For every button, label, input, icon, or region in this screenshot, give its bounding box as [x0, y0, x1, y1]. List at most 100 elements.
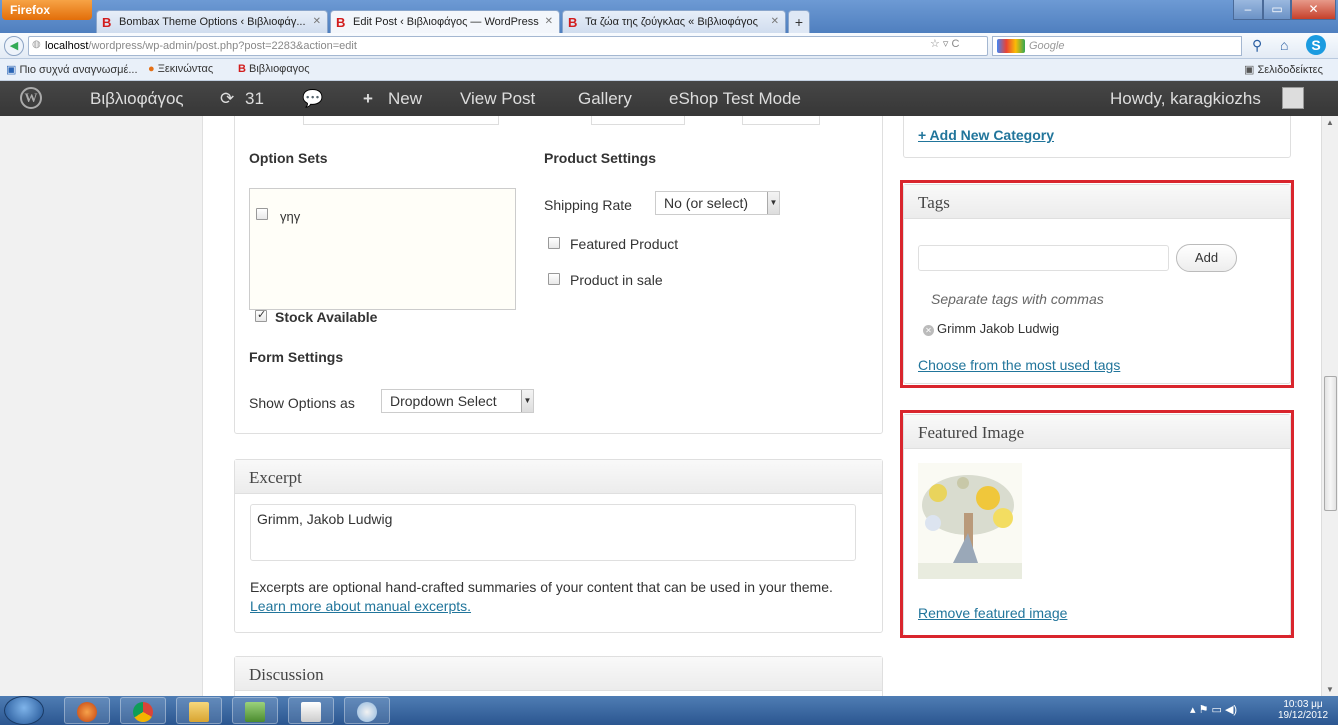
excerpt-text: Grimm, Jakob Ludwig	[257, 511, 393, 527]
google-icon	[997, 39, 1025, 53]
address-bar[interactable]: ◍ localhost/wordpress/wp-admin/post.php?…	[28, 36, 988, 56]
search-input[interactable]: Google	[992, 36, 1242, 56]
eshop-test-mode-link[interactable]: eShop Test Mode	[669, 89, 801, 109]
paint-taskbar-icon[interactable]	[344, 697, 390, 724]
home-icon[interactable]: ⌂	[1280, 37, 1288, 53]
clock-date: 19/12/2012	[1278, 710, 1329, 721]
partial-select-field[interactable]	[742, 116, 820, 125]
tab-label: Edit Post ‹ Βιβλιοφάγος — WordPress	[353, 16, 539, 28]
bookmark-star-icon[interactable]: ☆ ▿ C	[930, 37, 959, 50]
b-favicon-icon: B	[102, 15, 112, 30]
search-icon[interactable]: ⚲	[1252, 37, 1262, 54]
system-clock[interactable]: 10:03 μμ 19/12/2012	[1278, 699, 1328, 721]
globe-icon: ◍	[32, 39, 41, 50]
tags-highlight-frame	[900, 180, 1294, 388]
scrollbar-thumb[interactable]	[1324, 376, 1337, 511]
updates-count[interactable]: 31	[245, 89, 264, 109]
tab-label: Τα ζώα της ζούγκλας « Βιβλιοφάγος	[585, 16, 758, 28]
wordpress-logo-icon[interactable]: W	[20, 87, 42, 109]
howdy-user-menu[interactable]: Howdy, karagkiozhs	[1110, 89, 1261, 109]
avatar[interactable]	[1282, 87, 1304, 109]
bookmark-label: Πιο συχνά αναγνωσμέ...	[19, 64, 138, 76]
tab-jungle-animals[interactable]: B Τα ζώα της ζούγκλας « Βιβλιοφάγος ✕	[562, 10, 786, 34]
bookmark-icon: ▣	[6, 64, 17, 76]
tab-label: Bombax Theme Options ‹ Βιβλιοφάγ...	[119, 16, 306, 28]
firefox-taskbar-icon[interactable]	[64, 697, 110, 724]
comments-icon[interactable]: 💬	[302, 89, 323, 109]
option-set-label: γηγ	[280, 209, 301, 224]
pdf-taskbar-icon[interactable]	[288, 697, 334, 724]
firefox-menu-button[interactable]: Firefox	[2, 0, 92, 20]
bookmarks-menu-label: Σελιδοδείκτες	[1257, 64, 1323, 76]
close-tab-icon[interactable]: ✕	[545, 16, 553, 27]
browser-tab-strip: Firefox B Bombax Theme Options ‹ Βιβλιοφ…	[0, 0, 1338, 34]
product-settings-heading: Product Settings	[544, 150, 657, 166]
option-sets-list: γηγ	[249, 188, 516, 310]
clock-time: 10:03 μμ	[1283, 699, 1323, 710]
partial-input-field[interactable]	[591, 116, 685, 125]
chrome-taskbar-icon[interactable]	[120, 697, 166, 724]
discussion-title[interactable]: Discussion	[235, 657, 882, 691]
chevron-down-icon: ▼	[767, 192, 779, 214]
featured-image-highlight-frame	[900, 410, 1294, 638]
product-in-sale-label: Product in sale	[570, 272, 663, 288]
add-new-category-link[interactable]: + Add New Category	[918, 127, 1054, 143]
excerpt-textarea[interactable]: Grimm, Jakob Ludwig	[250, 504, 856, 561]
page-scrollbar[interactable]: ▲ ▼	[1321, 116, 1338, 696]
bookmark-vivliofagos[interactable]: B Βιβλιοφαγος	[238, 63, 310, 75]
site-name-link[interactable]: Βιβλιοφάγος	[90, 89, 184, 109]
skype-icon[interactable]: S	[1306, 35, 1326, 55]
url-host: localhost	[45, 40, 89, 52]
search-placeholder: Google	[1029, 40, 1065, 52]
excerpt-title[interactable]: Excerpt	[235, 460, 882, 494]
scroll-up-icon[interactable]: ▲	[1326, 118, 1334, 127]
b-favicon-icon: B	[568, 15, 578, 30]
partial-input-field[interactable]	[303, 116, 499, 125]
wp-admin-bar: W Βιβλιοφάγος ⟳ 31 💬 + New View Post Gal…	[0, 81, 1338, 116]
minimize-button[interactable]: –	[1233, 0, 1263, 20]
learn-more-excerpts-link[interactable]: Learn more about manual excerpts.	[250, 598, 471, 614]
product-in-sale-checkbox[interactable]	[548, 273, 560, 285]
chevron-down-icon: ▼	[521, 390, 533, 412]
stock-available-label: Stock Available	[275, 309, 378, 325]
bookmark-label: Βιβλιοφαγος	[249, 63, 310, 75]
show-options-select[interactable]: Dropdown Select ▼	[381, 389, 534, 413]
discussion-box: Discussion	[234, 656, 883, 696]
tab-edit-post[interactable]: B Edit Post ‹ Βιβλιοφάγος — WordPress ✕	[330, 10, 560, 34]
shipping-rate-label: Shipping Rate	[544, 197, 632, 213]
plus-icon[interactable]: +	[363, 89, 373, 109]
bookmarks-menu[interactable]: ▣ Σελιδοδείκτες	[1244, 63, 1323, 76]
updates-icon[interactable]: ⟳	[220, 89, 234, 109]
categories-box: + Add New Category	[903, 116, 1291, 158]
stock-available-checkbox[interactable]	[255, 308, 267, 322]
bookmark-getting-started[interactable]: ● Ξεκινώντας	[148, 63, 213, 75]
bookmark-label: Ξεκινώντας	[157, 63, 214, 75]
bookmarks-bar: ▣ Πιο συχνά αναγνωσμέ... ● Ξεκινώντας B …	[0, 59, 1338, 81]
maximize-button[interactable]: ▭	[1263, 0, 1291, 20]
windows-taskbar: ▴ ⚑ ▭ ◀) 10:03 μμ 19/12/2012	[0, 696, 1338, 725]
b-favicon-icon: B	[238, 63, 246, 75]
featured-product-checkbox[interactable]	[548, 237, 560, 249]
explorer-taskbar-icon[interactable]	[176, 697, 222, 724]
windows-start-icon[interactable]	[4, 696, 44, 725]
option-set-checkbox[interactable]	[256, 208, 268, 220]
system-tray-icons[interactable]: ▴ ⚑ ▭ ◀)	[1190, 703, 1237, 716]
view-post-link[interactable]: View Post	[460, 89, 535, 109]
network-taskbar-icon[interactable]	[232, 697, 278, 724]
close-window-button[interactable]: ✕	[1291, 0, 1336, 20]
tab-theme-options[interactable]: B Bombax Theme Options ‹ Βιβλιοφάγ... ✕	[96, 10, 328, 34]
scroll-down-icon[interactable]: ▼	[1326, 685, 1334, 694]
close-tab-icon[interactable]: ✕	[313, 16, 321, 27]
featured-product-label: Featured Product	[570, 236, 679, 252]
option-sets-heading: Option Sets	[249, 150, 328, 166]
close-tab-icon[interactable]: ✕	[771, 16, 779, 27]
product-entry-box: Option Sets γηγ Stock Available Form Set…	[234, 116, 883, 434]
shipping-rate-select[interactable]: No (or select) ▼	[655, 191, 780, 215]
shipping-rate-value: No (or select)	[664, 195, 749, 211]
new-tab-button[interactable]: +	[788, 10, 810, 34]
new-content-link[interactable]: New	[388, 89, 422, 109]
gallery-link[interactable]: Gallery	[578, 89, 632, 109]
excerpt-help-text: Excerpts are optional hand-crafted summa…	[250, 579, 833, 595]
back-arrow-icon[interactable]: ◀	[4, 36, 24, 56]
bookmark-most-visited[interactable]: ▣ Πιο συχνά αναγνωσμέ...	[6, 63, 138, 76]
